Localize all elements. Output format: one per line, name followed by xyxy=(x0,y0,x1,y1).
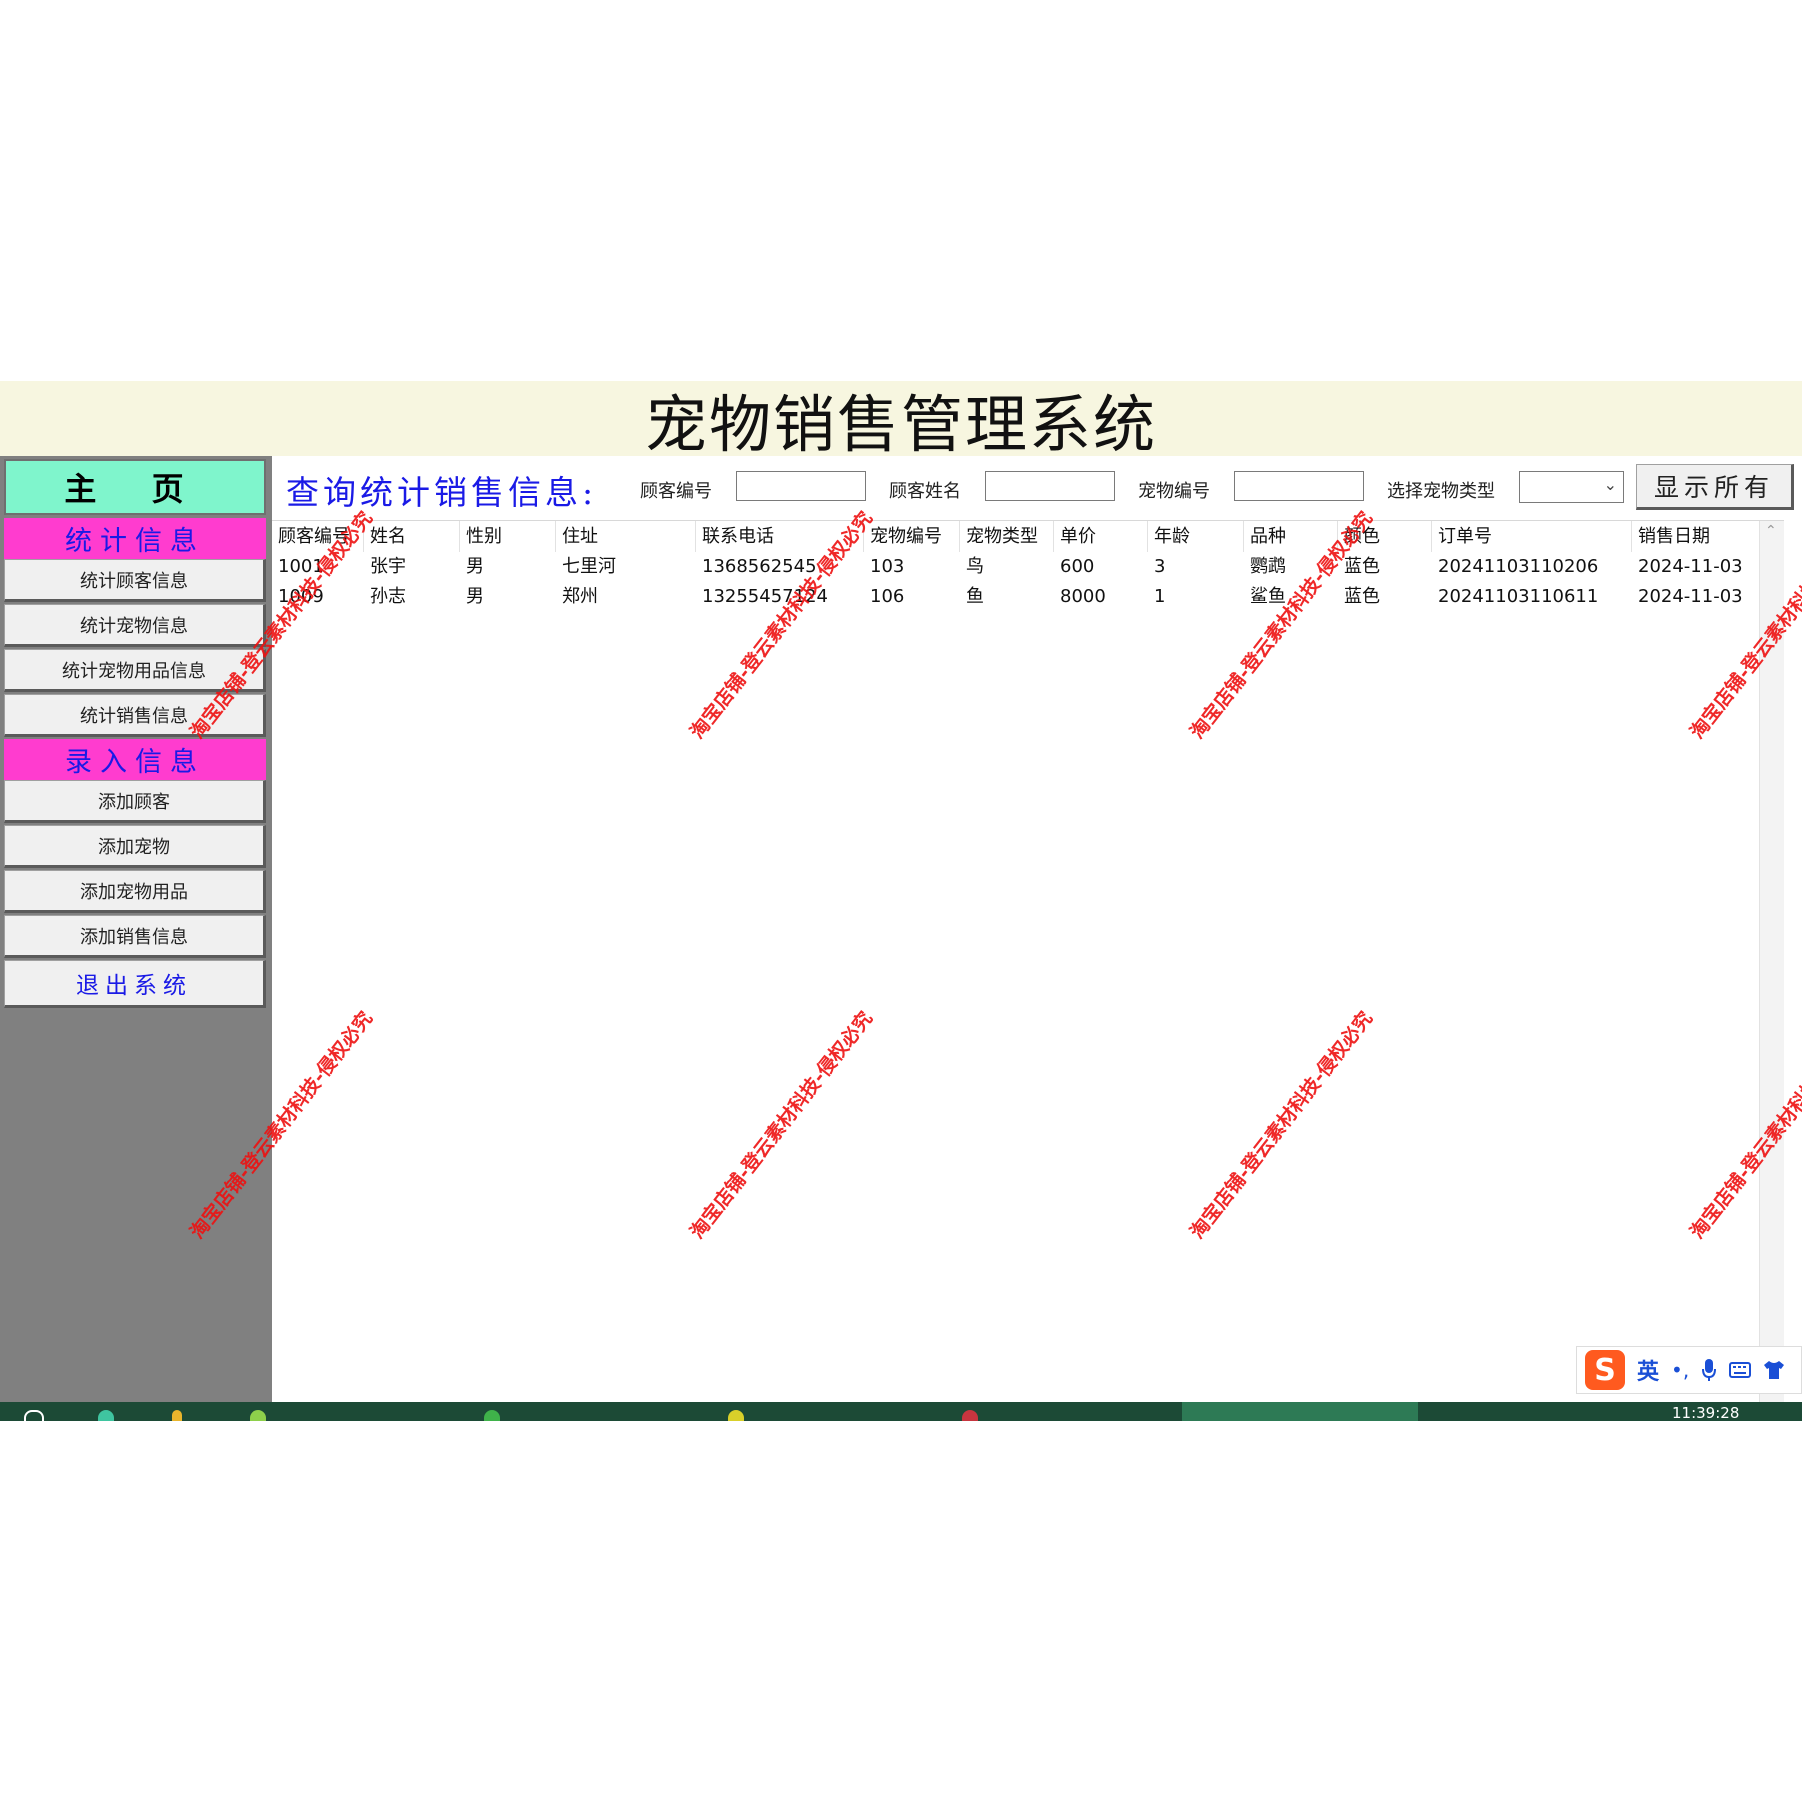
cell-name: 孙志 xyxy=(370,586,406,607)
taskbar-app-icon[interactable] xyxy=(728,1410,744,1421)
cell-address: 郑州 xyxy=(562,586,598,607)
column-header[interactable]: 性别 xyxy=(460,521,556,552)
cell-pet-id: 106 xyxy=(870,586,905,607)
customer-id-input[interactable] xyxy=(736,471,866,501)
taskbar-app-icon[interactable] xyxy=(250,1410,266,1421)
add-pet-supply-button[interactable]: 添加宠物用品 xyxy=(4,870,266,913)
app-title: 宠物销售管理系统 xyxy=(644,387,1157,461)
chevron-down-icon: ⌄ xyxy=(1603,475,1617,494)
cell-customer-id: 1001 xyxy=(278,556,324,577)
scroll-up-icon[interactable]: ⌃ xyxy=(1765,523,1777,539)
customer-name-label: 顾客姓名 xyxy=(889,481,961,502)
cell-pet-id: 103 xyxy=(870,556,905,577)
sidebar: 主 页 统计信息 统计顾客信息 统计宠物信息 统计宠物用品信息 统计销售信息 录… xyxy=(0,456,272,1402)
column-header[interactable]: 顾客编号 xyxy=(272,521,364,552)
table-header: 顾客编号 姓名 性别 住址 联系电话 宠物编号 宠物类型 单价 年龄 品种 颜色… xyxy=(272,521,1772,553)
table-row[interactable]: 1009 孙志 男 郑州 13255457124 106 鱼 8000 1 鲨鱼… xyxy=(272,583,1772,611)
app-title-bar: 宠物销售管理系统 xyxy=(0,381,1802,461)
stat-sales-button[interactable]: 统计销售信息 xyxy=(4,694,266,737)
punctuation-icon[interactable]: •, xyxy=(1671,1358,1689,1382)
add-customer-button[interactable]: 添加顾客 xyxy=(4,780,266,823)
sogou-logo-icon[interactable]: S xyxy=(1585,1350,1625,1390)
taskbar-app-icon[interactable] xyxy=(962,1410,978,1421)
customer-name-input[interactable] xyxy=(985,471,1115,501)
taskbar-clock: 11:39:28 xyxy=(1672,1404,1740,1421)
vertical-scrollbar[interactable]: ⌃ xyxy=(1759,521,1784,1403)
query-title: 查询统计销售信息: xyxy=(286,473,598,512)
show-all-button[interactable]: 显示所有 xyxy=(1636,464,1794,510)
cell-phone: 1368562545 xyxy=(702,556,817,577)
ime-language-toggle[interactable]: 英 xyxy=(1637,1354,1659,1386)
column-header[interactable]: 姓名 xyxy=(364,521,460,552)
cell-phone: 13255457124 xyxy=(702,586,828,607)
column-header[interactable]: 宠物类型 xyxy=(960,521,1054,552)
add-pet-button[interactable]: 添加宠物 xyxy=(4,825,266,868)
cell-pet-type: 鱼 xyxy=(966,586,984,607)
app-window: 宠物销售管理系统 主 页 统计信息 统计顾客信息 统计宠物信息 统计宠物用品信息… xyxy=(0,381,1802,1421)
add-sale-button[interactable]: 添加销售信息 xyxy=(4,915,266,958)
search-icon[interactable] xyxy=(24,1410,44,1421)
pet-type-select[interactable]: ⌄ xyxy=(1519,471,1624,503)
ime-toolbar[interactable]: S 英 •, xyxy=(1576,1346,1802,1394)
cell-price: 8000 xyxy=(1060,586,1106,607)
cell-order-id: 20241103110206 xyxy=(1438,556,1599,577)
column-header[interactable]: 品种 xyxy=(1244,521,1338,552)
column-header[interactable]: 单价 xyxy=(1054,521,1148,552)
section-statistics: 统计信息 xyxy=(4,518,266,559)
cell-pet-type: 鸟 xyxy=(966,556,984,577)
cell-sale-date: 2024-11-03 xyxy=(1638,586,1743,607)
cell-sale-date: 2024-11-03 xyxy=(1638,556,1743,577)
cell-name: 张宇 xyxy=(370,556,406,577)
pet-id-input[interactable] xyxy=(1234,471,1364,501)
stat-pets-button[interactable]: 统计宠物信息 xyxy=(4,604,266,647)
column-header[interactable]: 联系电话 xyxy=(696,521,864,552)
customer-id-label: 顾客编号 xyxy=(640,481,712,502)
taskbar-app-icon[interactable] xyxy=(172,1410,182,1421)
cell-gender: 男 xyxy=(466,586,484,607)
cell-color: 蓝色 xyxy=(1344,556,1380,577)
cell-price: 600 xyxy=(1060,556,1095,577)
cell-address: 七里河 xyxy=(562,556,616,577)
column-header[interactable]: 销售日期 xyxy=(1632,521,1760,552)
stat-pet-supplies-button[interactable]: 统计宠物用品信息 xyxy=(4,649,266,692)
table-row[interactable]: 1001 张宇 男 七里河 1368562545 103 鸟 600 3 鹦鹉 … xyxy=(272,553,1772,581)
section-entry: 录入信息 xyxy=(4,739,266,780)
taskbar-app-icon[interactable] xyxy=(484,1410,500,1421)
cell-breed: 鲨鱼 xyxy=(1250,586,1286,607)
microphone-icon[interactable] xyxy=(1701,1358,1717,1382)
cell-breed: 鹦鹉 xyxy=(1250,556,1286,577)
stat-customers-button[interactable]: 统计顾客信息 xyxy=(4,559,266,602)
home-button[interactable]: 主 页 xyxy=(4,459,266,515)
taskbar-app-icon[interactable] xyxy=(98,1410,114,1421)
column-header[interactable]: 住址 xyxy=(556,521,696,552)
column-header[interactable]: 订单号 xyxy=(1432,521,1632,552)
query-toolbar: 查询统计销售信息: 顾客编号 顾客姓名 宠物编号 选择宠物类型 ⌄ 显示所有 xyxy=(272,456,1802,520)
exit-system-button[interactable]: 退出系统 xyxy=(4,960,266,1008)
cell-gender: 男 xyxy=(466,556,484,577)
cell-order-id: 20241103110611 xyxy=(1438,586,1599,607)
skin-shirt-icon[interactable] xyxy=(1763,1360,1785,1380)
cell-color: 蓝色 xyxy=(1344,586,1380,607)
cell-customer-id: 1009 xyxy=(278,586,324,607)
cell-age: 3 xyxy=(1154,556,1166,577)
taskbar-active-app[interactable] xyxy=(1182,1402,1418,1421)
sales-table: 顾客编号 姓名 性别 住址 联系电话 宠物编号 宠物类型 单价 年龄 品种 颜色… xyxy=(272,520,1784,1403)
pet-id-label: 宠物编号 xyxy=(1138,481,1210,502)
cell-age: 1 xyxy=(1154,586,1166,607)
column-header[interactable]: 年龄 xyxy=(1148,521,1244,552)
keyboard-icon[interactable] xyxy=(1729,1361,1752,1379)
column-header[interactable]: 宠物编号 xyxy=(864,521,960,552)
windows-taskbar: 11:39:28 xyxy=(0,1402,1802,1421)
pet-type-label: 选择宠物类型 xyxy=(1387,481,1495,502)
column-header[interactable]: 颜色 xyxy=(1338,521,1432,552)
